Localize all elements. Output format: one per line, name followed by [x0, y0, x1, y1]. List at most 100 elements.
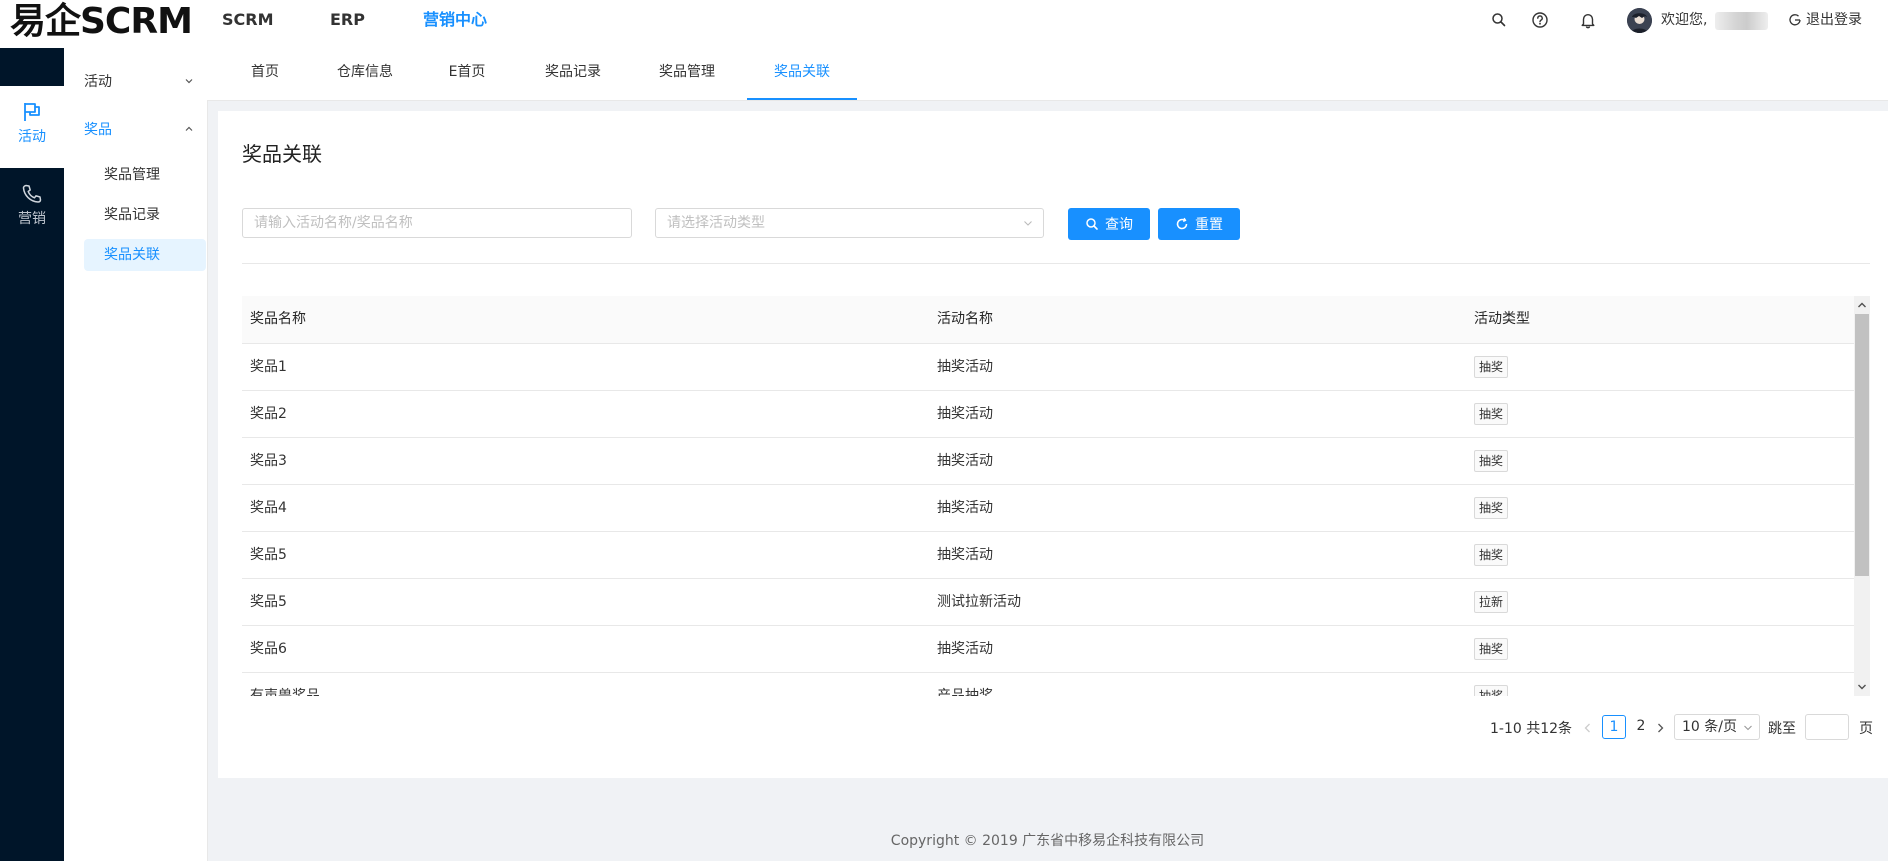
tab-warehouse-info[interactable]: 仓库信息: [335, 48, 395, 98]
activity-type-tag: 抽奖: [1474, 403, 1509, 425]
activity-type-tag: 抽奖: [1474, 356, 1509, 378]
chevron-up-icon: [184, 124, 194, 134]
table-row[interactable]: 奖品1 抽奖活动 抽奖: [242, 344, 1854, 391]
sidebar-group-activity[interactable]: 活动: [84, 66, 194, 98]
table-row[interactable]: 奖品2 抽奖活动 抽奖: [242, 391, 1854, 438]
cell-activity-name: 抽奖活动: [937, 500, 993, 516]
top-header: 易企SCRM SCRM ERP 营销中心 欢迎您, 退出登录: [0, 0, 1888, 48]
table-row[interactable]: 有声兽奖品 产品抽奖 抽奖: [242, 673, 1854, 696]
module-rail: 活动 营销: [0, 48, 64, 861]
welcome-text: 欢迎您,: [1661, 12, 1708, 28]
activity-type-tag: 抽奖: [1474, 450, 1509, 472]
cell-prize-name: 奖品1: [250, 359, 287, 375]
bell-icon[interactable]: [1578, 10, 1598, 30]
cell-activity-name: 测试拉新活动: [937, 594, 1021, 610]
table-row[interactable]: 奖品4 抽奖活动 抽奖: [242, 485, 1854, 532]
table-body: 奖品1 抽奖活动 抽奖 奖品2 抽奖活动 抽奖 奖品3 抽奖活动 抽奖 奖品4 抽奖活动 抽奖 奖品5 抽…: [242, 344, 1854, 696]
footer-copyright: Copyright © 2019 广东省中移易企科技有限公司: [890, 833, 1205, 849]
cell-prize-name: 奖品6: [250, 641, 287, 657]
search-icon[interactable]: [1489, 10, 1509, 30]
pagination-jump-input[interactable]: [1805, 714, 1849, 740]
cell-activity-name: 抽奖活动: [937, 359, 993, 375]
page-tabs: 首页 仓库信息 E首页 奖品记录 奖品管理 奖品关联: [207, 48, 1888, 101]
flag-icon: [20, 100, 44, 124]
cell-activity-name: 抽奖活动: [937, 641, 993, 657]
topnav-erp[interactable]: ERP: [330, 8, 365, 32]
tab-prize-records[interactable]: 奖品记录: [541, 48, 605, 98]
query-button[interactable]: 查询: [1068, 208, 1150, 240]
logout-icon: [1789, 14, 1801, 26]
cell-prize-name: 奖品5: [250, 547, 287, 563]
sidebar-item-prize-association[interactable]: 奖品关联: [84, 239, 206, 271]
cell-activity-name: 抽奖活动: [937, 406, 993, 422]
page-size-value: 10 条/页: [1682, 719, 1737, 735]
column-header-activity-type: 活动类型: [1474, 311, 1530, 327]
table-scrollbar[interactable]: [1854, 296, 1870, 696]
activity-type-placeholder: 请选择活动类型: [667, 215, 765, 231]
rail-item-marketing[interactable]: 营销: [0, 170, 64, 252]
scroll-down-arrow[interactable]: [1857, 682, 1867, 692]
activity-type-tag: 抽奖: [1474, 685, 1509, 696]
activity-type-tag: 拉新: [1474, 591, 1509, 613]
pagination-total: 1-10 共12条: [1490, 721, 1573, 737]
cell-activity-name: 抽奖活动: [937, 547, 993, 563]
tab-prize-management[interactable]: 奖品管理: [655, 48, 719, 98]
sidebar-group-prize-label: 奖品: [84, 122, 112, 138]
tab-prize-association[interactable]: 奖品关联: [747, 48, 857, 100]
sidebar-item-prize-management[interactable]: 奖品管理: [84, 159, 206, 191]
cell-prize-name: 奖品4: [250, 500, 287, 516]
secondary-sidebar: 活动 奖品 奖品管理 奖品记录 奖品关联: [64, 48, 208, 861]
chevron-down-icon: [1744, 725, 1752, 731]
cell-prize-name: 奖品2: [250, 406, 287, 422]
page-title: 奖品关联: [242, 142, 322, 166]
cell-activity-name: 抽奖活动: [937, 453, 993, 469]
reset-button[interactable]: 重置: [1158, 208, 1240, 240]
pagination-jump-label: 跳至: [1768, 721, 1796, 737]
rail-item-activity[interactable]: 活动: [0, 86, 64, 168]
table-row[interactable]: 奖品5 测试拉新活动 拉新: [242, 579, 1854, 626]
pagination-prev[interactable]: [1582, 722, 1594, 734]
reset-button-label: 重置: [1195, 217, 1223, 233]
search-icon: [1086, 218, 1098, 230]
rail-label-activity: 活动: [18, 129, 46, 145]
sidebar-group-prize[interactable]: 奖品: [84, 114, 194, 146]
page-size-select[interactable]: 10 条/页: [1674, 714, 1760, 740]
cell-prize-name: 有声兽奖品: [250, 688, 320, 696]
tab-e-home[interactable]: E首页: [447, 48, 487, 98]
topnav-scrm[interactable]: SCRM: [222, 8, 274, 32]
column-header-activity-name: 活动名称: [937, 311, 993, 327]
pagination-page-2[interactable]: 2: [1629, 715, 1653, 739]
phone-icon: [20, 182, 44, 206]
table-row[interactable]: 奖品5 抽奖活动 抽奖: [242, 532, 1854, 579]
scroll-up-arrow[interactable]: [1857, 300, 1867, 310]
logout-link[interactable]: 退出登录: [1788, 9, 1862, 31]
pagination-next[interactable]: [1654, 722, 1666, 734]
topnav-marketing-center[interactable]: 营销中心: [423, 8, 487, 32]
tab-home[interactable]: 首页: [249, 48, 281, 98]
username-redacted: [1715, 12, 1768, 30]
sidebar-item-prize-records[interactable]: 奖品记录: [84, 199, 206, 231]
table-header: 奖品名称 活动名称 活动类型: [242, 296, 1854, 344]
content-card: 奖品关联 请选择活动类型 查询 重置 奖品名称 活动名称 活动类型 奖品1抽奖活…: [218, 111, 1888, 778]
cell-activity-name: 产品抽奖: [937, 688, 993, 696]
activity-type-select[interactable]: 请选择活动类型: [655, 208, 1044, 238]
table-row[interactable]: 奖品3 抽奖活动 抽奖: [242, 438, 1854, 485]
cell-prize-name: 奖品5: [250, 594, 287, 610]
activity-type-tag: 抽奖: [1474, 544, 1509, 566]
activity-type-tag: 抽奖: [1474, 638, 1509, 660]
user-avatar[interactable]: [1627, 8, 1652, 33]
query-button-label: 查询: [1105, 217, 1133, 233]
prize-association-table: 奖品名称 活动名称 活动类型 奖品1 抽奖活动 抽奖 奖品2 抽奖活动 抽奖 奖品3 抽奖活动…: [242, 296, 1870, 696]
column-header-prize-name: 奖品名称: [250, 311, 306, 327]
pagination-jump-unit: 页: [1859, 721, 1873, 737]
rail-label-marketing: 营销: [18, 211, 46, 227]
help-icon[interactable]: [1530, 10, 1550, 30]
table-row[interactable]: 奖品6 抽奖活动 抽奖: [242, 626, 1854, 673]
filter-divider: [242, 263, 1870, 264]
search-input[interactable]: [242, 208, 632, 238]
logout-label: 退出登录: [1806, 12, 1862, 28]
chevron-left-icon: [1584, 723, 1590, 733]
pagination-page-1[interactable]: 1: [1602, 715, 1626, 739]
scrollbar-thumb[interactable]: [1855, 314, 1869, 576]
app-logo: 易企SCRM: [10, 1, 193, 42]
